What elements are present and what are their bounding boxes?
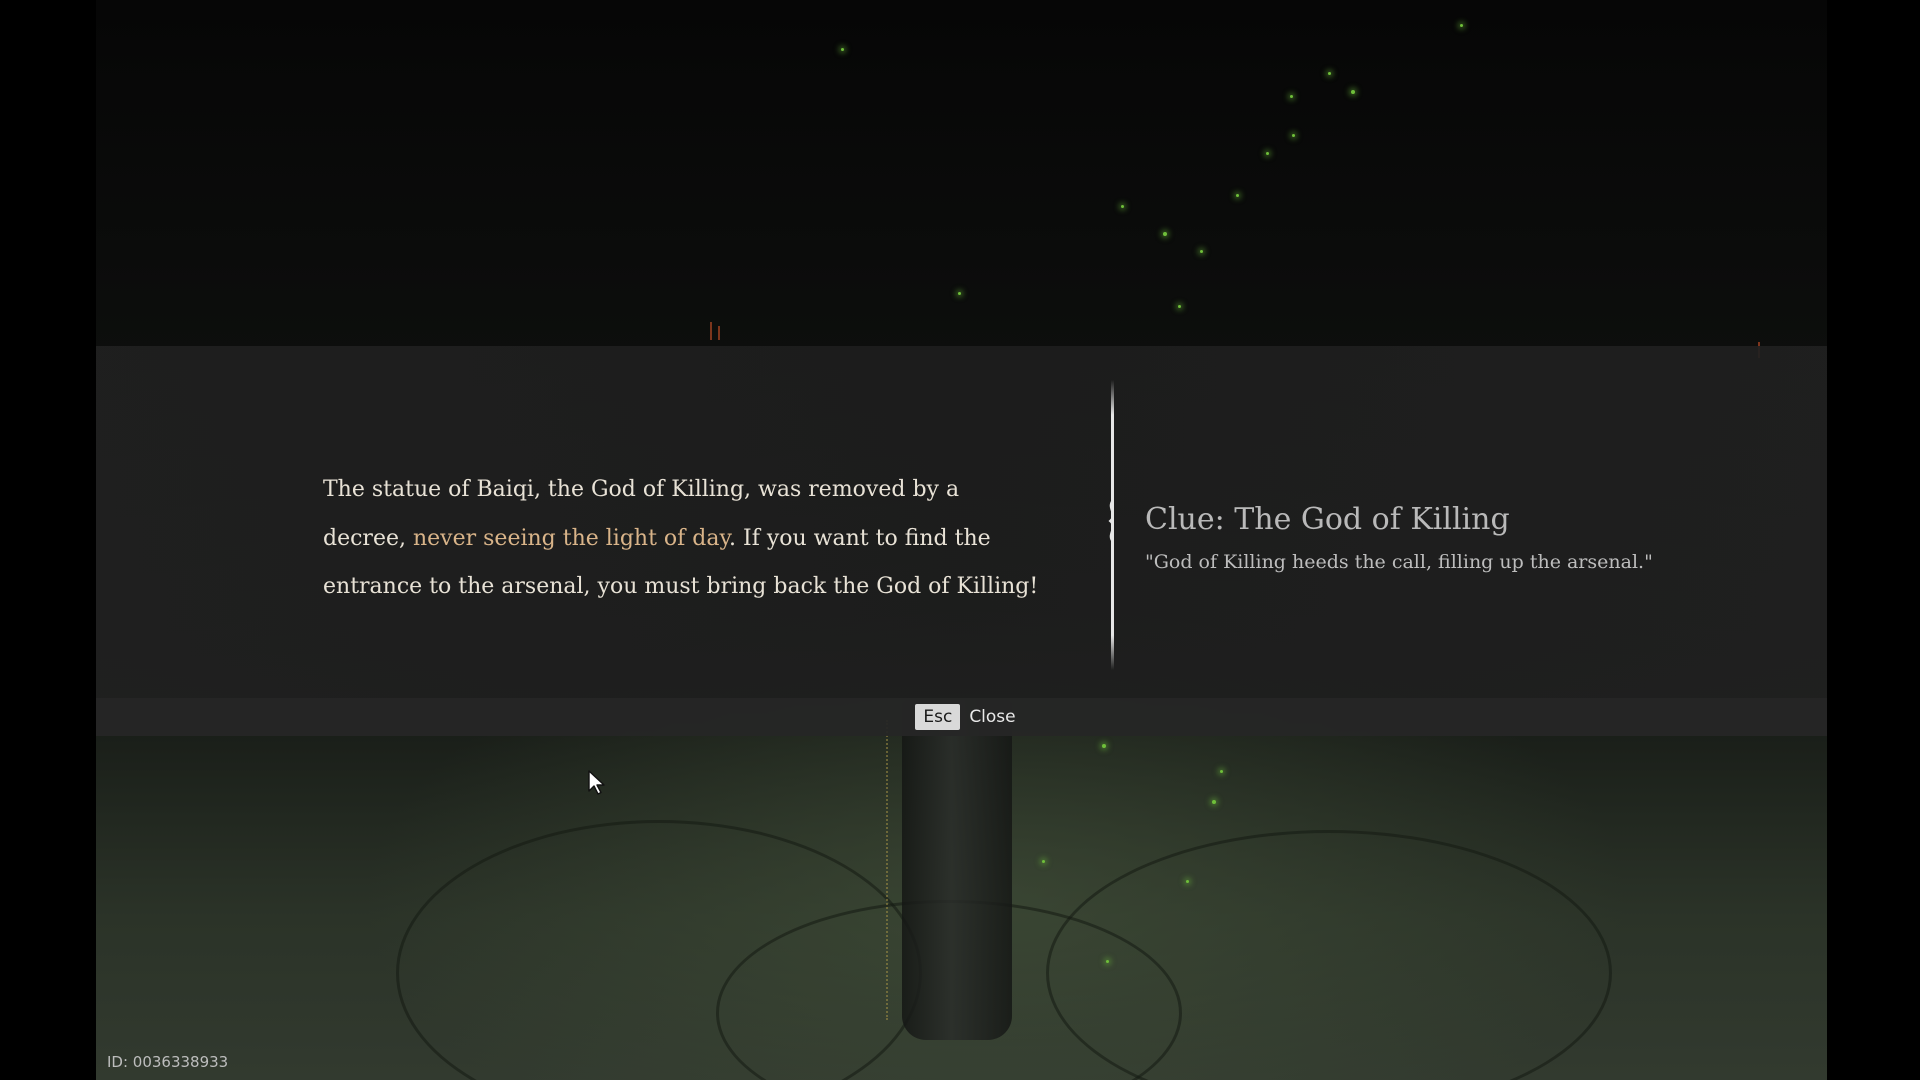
statue-pillar	[902, 700, 1012, 1040]
sparkle	[1106, 960, 1109, 963]
sparkle	[1121, 205, 1124, 208]
sparkle	[1290, 95, 1293, 98]
sparkle	[1102, 744, 1106, 748]
ember	[710, 322, 712, 340]
clue-title: Clue: The God of Killing	[1145, 502, 1510, 537]
ornate-divider-icon	[1108, 500, 1114, 542]
divider	[1103, 380, 1123, 670]
pillar-glow	[886, 720, 892, 1020]
sparkle	[1328, 72, 1331, 75]
sparkle	[841, 48, 844, 51]
mouse-pointer-icon	[588, 770, 605, 795]
sparkle	[1212, 800, 1216, 804]
sparkle	[1200, 250, 1203, 253]
sparkle	[1351, 90, 1355, 94]
esc-key-hint[interactable]: Esc	[915, 704, 961, 730]
close-button[interactable]: Close	[969, 706, 1015, 728]
dialog-panel: The statue of Baiqi, the God of Killing,…	[96, 346, 1827, 698]
ember	[718, 326, 720, 340]
sparkle	[1460, 24, 1463, 27]
sparkle	[1236, 194, 1239, 197]
sparkle	[1220, 770, 1223, 773]
sparkle	[1292, 134, 1295, 137]
letterbox-right	[1827, 0, 1920, 1080]
sparkle	[1163, 232, 1167, 236]
sparkle	[1178, 305, 1181, 308]
build-id: ID: 0036338933	[107, 1053, 229, 1071]
sparkle	[958, 292, 961, 295]
clue-quote: "God of Killing heeds the call, filling …	[1145, 551, 1653, 573]
letterbox-left	[0, 0, 96, 1080]
sparkle	[1042, 860, 1045, 863]
sparkle	[1186, 880, 1189, 883]
story-text: The statue of Baiqi, the God of Killing,…	[323, 466, 1043, 612]
story-text-highlight: never seeing the light of day	[412, 525, 730, 551]
close-bar: Esc Close	[96, 698, 1827, 736]
sparkle	[1266, 152, 1269, 155]
